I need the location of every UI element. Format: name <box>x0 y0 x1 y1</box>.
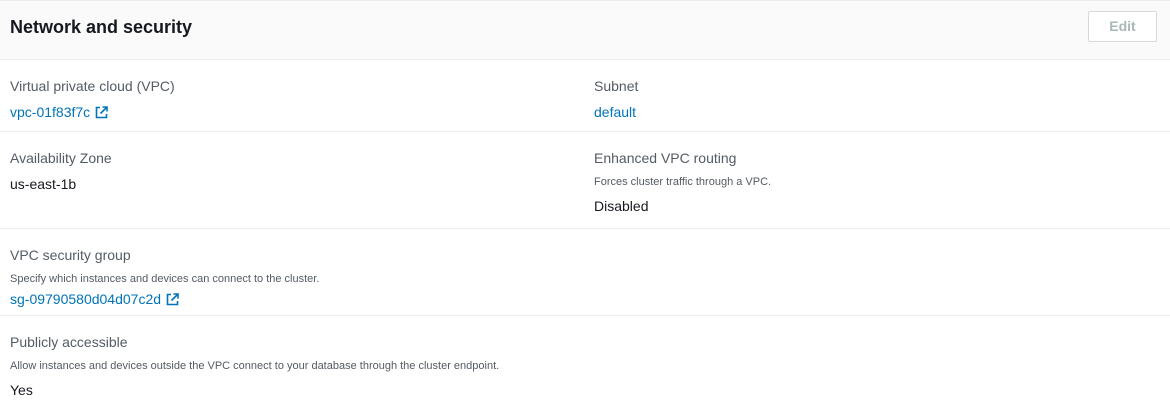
field-availability-zone: Availability Zone us-east-1b <box>10 132 112 193</box>
field-enhanced-vpc-routing: Enhanced VPC routing Forces cluster traf… <box>594 132 771 215</box>
panel-title: Network and security <box>10 17 193 37</box>
details-row-security-group: VPC security group Specify which instanc… <box>0 229 1170 316</box>
subnet-link[interactable]: default <box>594 103 636 121</box>
details-row-public-access: Publicly accessible Allow instances and … <box>0 316 1170 406</box>
external-link-icon <box>95 105 108 119</box>
enhanced-vpc-routing-label: Enhanced VPC routing <box>594 150 737 166</box>
vpc-security-group-label: VPC security group <box>10 247 131 263</box>
publicly-accessible-label: Publicly accessible <box>10 334 128 350</box>
details-row-az: Availability Zone us-east-1b Enhanced VP… <box>0 132 1170 229</box>
vpc-link[interactable]: vpc-01f83f7c <box>10 103 108 121</box>
security-group-link-text: sg-09790580d04d07c2d <box>10 291 162 307</box>
field-subnet: Subnet default <box>594 60 638 122</box>
external-link-icon <box>166 292 179 306</box>
enhanced-vpc-routing-value: Disabled <box>594 198 649 214</box>
subnet-label: Subnet <box>594 78 639 94</box>
publicly-accessible-value: Yes <box>10 382 33 398</box>
vpc-security-group-description: Specify which instances and devices can … <box>10 273 320 285</box>
panel-header: Network and security Edit <box>0 1 1170 60</box>
availability-zone-label: Availability Zone <box>10 150 112 166</box>
enhanced-vpc-routing-description: Forces cluster traffic through a VPC. <box>594 176 772 188</box>
edit-button[interactable]: Edit <box>1088 11 1157 42</box>
publicly-accessible-description: Allow instances and devices outside the … <box>10 360 500 372</box>
details-row-vpc: Virtual private cloud (VPC) vpc-01f83f7c… <box>0 60 1170 132</box>
field-vpc-security-group: VPC security group Specify which instanc… <box>10 229 319 309</box>
vpc-link-text: vpc-01f83f7c <box>10 104 91 120</box>
field-publicly-accessible: Publicly accessible Allow instances and … <box>10 316 499 399</box>
field-vpc: Virtual private cloud (VPC) vpc-01f83f7c <box>10 60 175 122</box>
network-security-panel: Network and security Edit Virtual privat… <box>0 0 1170 410</box>
vpc-label: Virtual private cloud (VPC) <box>10 78 175 94</box>
availability-zone-value: us-east-1b <box>10 176 77 192</box>
security-group-link[interactable]: sg-09790580d04d07c2d <box>10 290 179 308</box>
